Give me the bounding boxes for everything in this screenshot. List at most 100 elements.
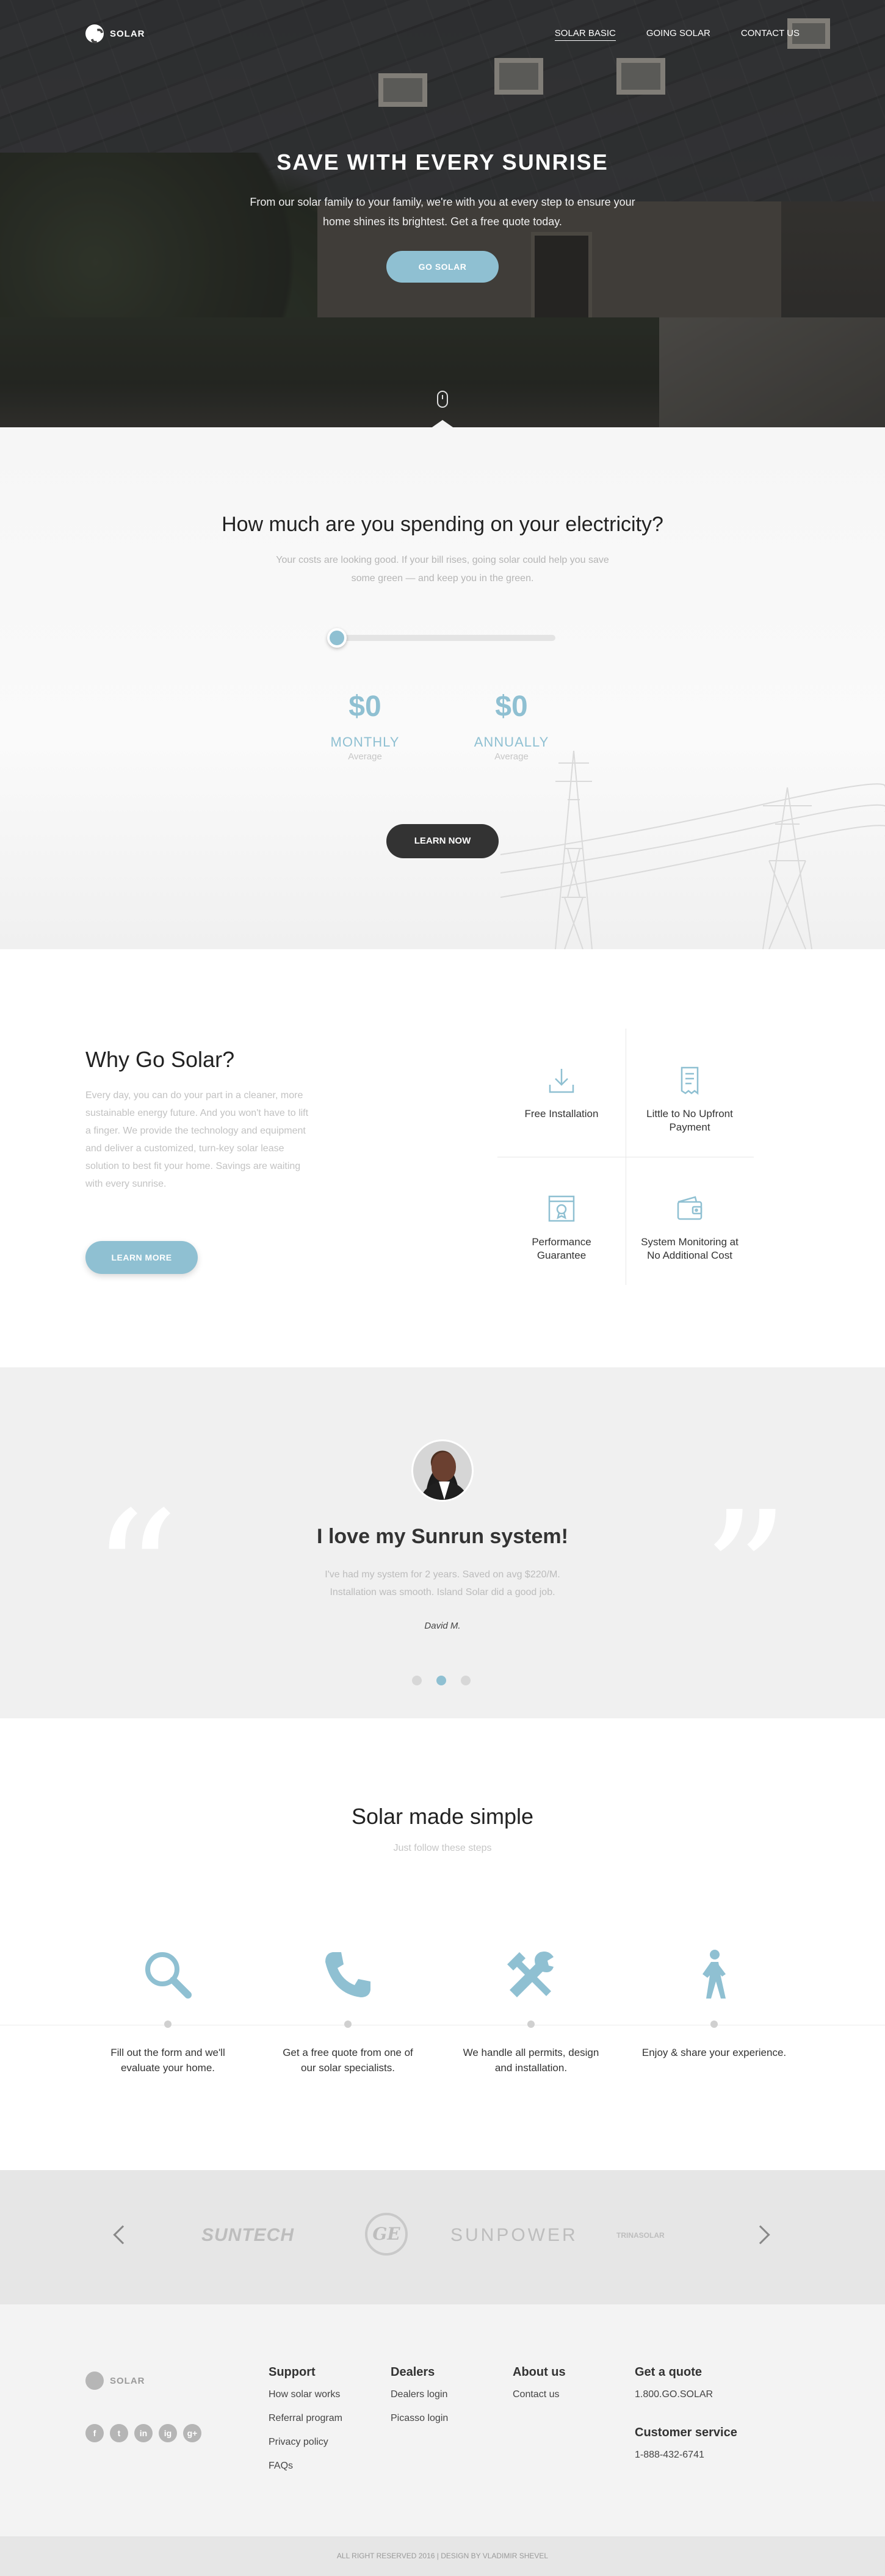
simple-subtitle: Just follow these steps — [393, 1843, 492, 1853]
hero-content: SAVE WITH EVERY SUNRISE From our solar f… — [0, 150, 885, 283]
footer-support: Support How solar works Referral program… — [269, 2365, 342, 2484]
annual-amount: $0 ANNUALLY Average — [450, 690, 573, 762]
carousel-dot[interactable] — [412, 1676, 422, 1685]
wallet-icon — [677, 1196, 703, 1220]
partner-logo-trinasolar: TRINASOLAR — [616, 2231, 665, 2240]
phone-icon — [325, 1952, 370, 1997]
brand-name: SOLAR — [110, 28, 145, 39]
logo-icon — [85, 2372, 104, 2390]
carousel-prev-icon[interactable] — [113, 2225, 132, 2245]
monthly-value: $0 — [349, 690, 381, 723]
feature-grid: Free Installation Little to No Upfront P… — [497, 1029, 754, 1285]
service-phone[interactable]: 1-888-432-6741 — [635, 2450, 737, 2461]
hero-notch — [430, 420, 455, 427]
step-quote: Get a free quote from one of our solar s… — [262, 1947, 433, 2075]
partner-logo-suntech: SUNTECH — [201, 2225, 295, 2245]
footer-link[interactable]: Contact us — [513, 2389, 566, 2400]
annual-value: $0 — [495, 690, 528, 723]
brand-logo[interactable]: SOLAR — [85, 24, 145, 43]
step-point — [344, 2021, 352, 2028]
testimonial-avatar — [411, 1439, 474, 1502]
receipt-icon — [681, 1066, 699, 1095]
certificate-icon — [548, 1195, 575, 1222]
learn-now-button[interactable]: LEARN NOW — [386, 824, 499, 858]
nav-item-solar-basic[interactable]: SOLAR BASIC — [554, 28, 616, 41]
simple-title: Solar made simple — [351, 1804, 534, 1829]
partner-logo-sunpower: SUNPOWER — [450, 2225, 578, 2245]
monthly-note: Average — [348, 751, 382, 762]
footer-heading: Support — [269, 2365, 316, 2379]
why-title: Why Go Solar? — [85, 1047, 235, 1072]
feature-label: Free Installation — [524, 1108, 599, 1120]
partners-strip: SUNTECH GE SUNPOWER TRINASOLAR — [0, 2170, 885, 2304]
why-body: Every day, you can do your part in a cle… — [85, 1090, 309, 1189]
hero-title: SAVE WITH EVERY SUNRISE — [276, 150, 609, 175]
tools-icon — [507, 1952, 554, 1997]
step-point — [710, 2021, 718, 2028]
step-evaluate: Fill out the form and we'll evaluate you… — [82, 1947, 253, 2075]
copyright-bar: ALL RIGHT RESERVED 2016 | DESIGN BY VLAD… — [0, 2536, 885, 2576]
facebook-icon[interactable]: f — [85, 2424, 104, 2442]
quote-phone[interactable]: 1.800.GO.SOLAR — [635, 2389, 737, 2400]
social-links: f t in ig g+ — [85, 2424, 201, 2442]
carousel-dot-active[interactable] — [436, 1676, 446, 1685]
footer-link[interactable]: How solar works — [269, 2389, 342, 2400]
footer-dealers: Dealers Dealers login Picasso login — [391, 2365, 448, 2437]
google-plus-icon[interactable]: g+ — [183, 2424, 201, 2442]
footer-link[interactable]: Referral program — [269, 2413, 342, 2424]
close-quote-icon: ” — [702, 1475, 790, 1674]
footer-heading: About us — [513, 2365, 566, 2379]
spending-slider[interactable] — [327, 628, 555, 648]
scroll-mouse-icon[interactable] — [437, 391, 448, 408]
feature-no-upfront-payment: Little to No Upfront Payment — [626, 1029, 754, 1157]
feature-label: Little to No Upfront Payment — [646, 1108, 733, 1133]
why-solar-section: Why Go Solar? Every day, you can do your… — [0, 949, 885, 1367]
step-label: Enjoy & share your experience. — [641, 2047, 787, 2058]
go-solar-button[interactable]: GO SOLAR — [386, 251, 499, 283]
footer: SOLAR f t in ig g+ Support How solar wor… — [0, 2304, 885, 2536]
nav-item-going-solar[interactable]: GOING SOLAR — [646, 28, 710, 41]
instagram-icon[interactable]: ig — [159, 2424, 177, 2442]
footer-link[interactable]: Picasso login — [391, 2413, 448, 2424]
footer-brand: SOLAR — [110, 2375, 145, 2386]
walking-person-icon — [703, 1950, 726, 1999]
carousel-next-icon[interactable] — [751, 2225, 770, 2245]
feature-free-installation: Free Installation — [497, 1029, 626, 1157]
footer-quote: Get a quote 1.800.GO.SOLAR Customer serv… — [635, 2365, 737, 2473]
footer-heading: Dealers — [391, 2365, 435, 2379]
linkedin-icon[interactable]: in — [134, 2424, 153, 2442]
testimonial-title: I love my Sunrun system! — [317, 1525, 568, 1548]
nav-links: SOLAR BASIC GOING SOLAR CONTACT US — [554, 28, 800, 41]
partner-logo-ge: GE — [365, 2213, 408, 2256]
footer-link[interactable]: FAQs — [269, 2461, 342, 2472]
footer-link[interactable]: Privacy policy — [269, 2437, 342, 2448]
open-quote-icon: “ — [92, 1475, 179, 1674]
nav-item-contact-us[interactable]: CONTACT US — [741, 28, 800, 41]
footer-heading: Get a quote — [635, 2365, 703, 2379]
feature-system-monitoring: System Monitoring at No Additional Cost — [626, 1157, 754, 1285]
carousel-dot[interactable] — [461, 1676, 471, 1685]
feature-label: Performance Guarantee — [532, 1236, 591, 1261]
footer-logo[interactable]: SOLAR — [85, 2372, 145, 2390]
hero-section: SOLAR SOLAR BASIC GOING SOLAR CONTACT US… — [0, 0, 885, 427]
feature-label: System Monitoring at No Additional Cost — [641, 1236, 739, 1261]
solar-simple-section: Solar made simple Just follow these step… — [0, 1718, 885, 2170]
step-enjoy: Enjoy & share your experience. — [629, 1947, 800, 2060]
magnifier-icon — [145, 1952, 192, 1999]
testimonial-body: I've had my system for 2 years. Saved on… — [325, 1569, 560, 1597]
testimonial-section: “ ” I love my Sunrun system! I've had my… — [0, 1367, 885, 1718]
footer-heading: Customer service — [635, 2426, 737, 2439]
annual-note: Average — [494, 751, 529, 762]
footer-about: About us Contact us — [513, 2365, 566, 2413]
footer-link[interactable]: Dealers login — [391, 2389, 448, 2400]
twitter-icon[interactable]: t — [110, 2424, 128, 2442]
testimonial-author: David M. — [424, 1621, 461, 1631]
step-point — [527, 2021, 535, 2028]
step-label: Fill out the form and we'll evaluate you… — [110, 2047, 225, 2074]
slider-knob[interactable] — [327, 628, 347, 648]
learn-more-button[interactable]: LEARN MORE — [85, 1241, 198, 1274]
step-label: We handle all permits, design and instal… — [463, 2047, 599, 2074]
top-nav: SOLAR SOLAR BASIC GOING SOLAR CONTACT US — [85, 24, 800, 43]
hero-subtitle: From our solar family to your family, we… — [250, 196, 635, 228]
step-label: Get a free quote from one of our solar s… — [283, 2047, 413, 2074]
